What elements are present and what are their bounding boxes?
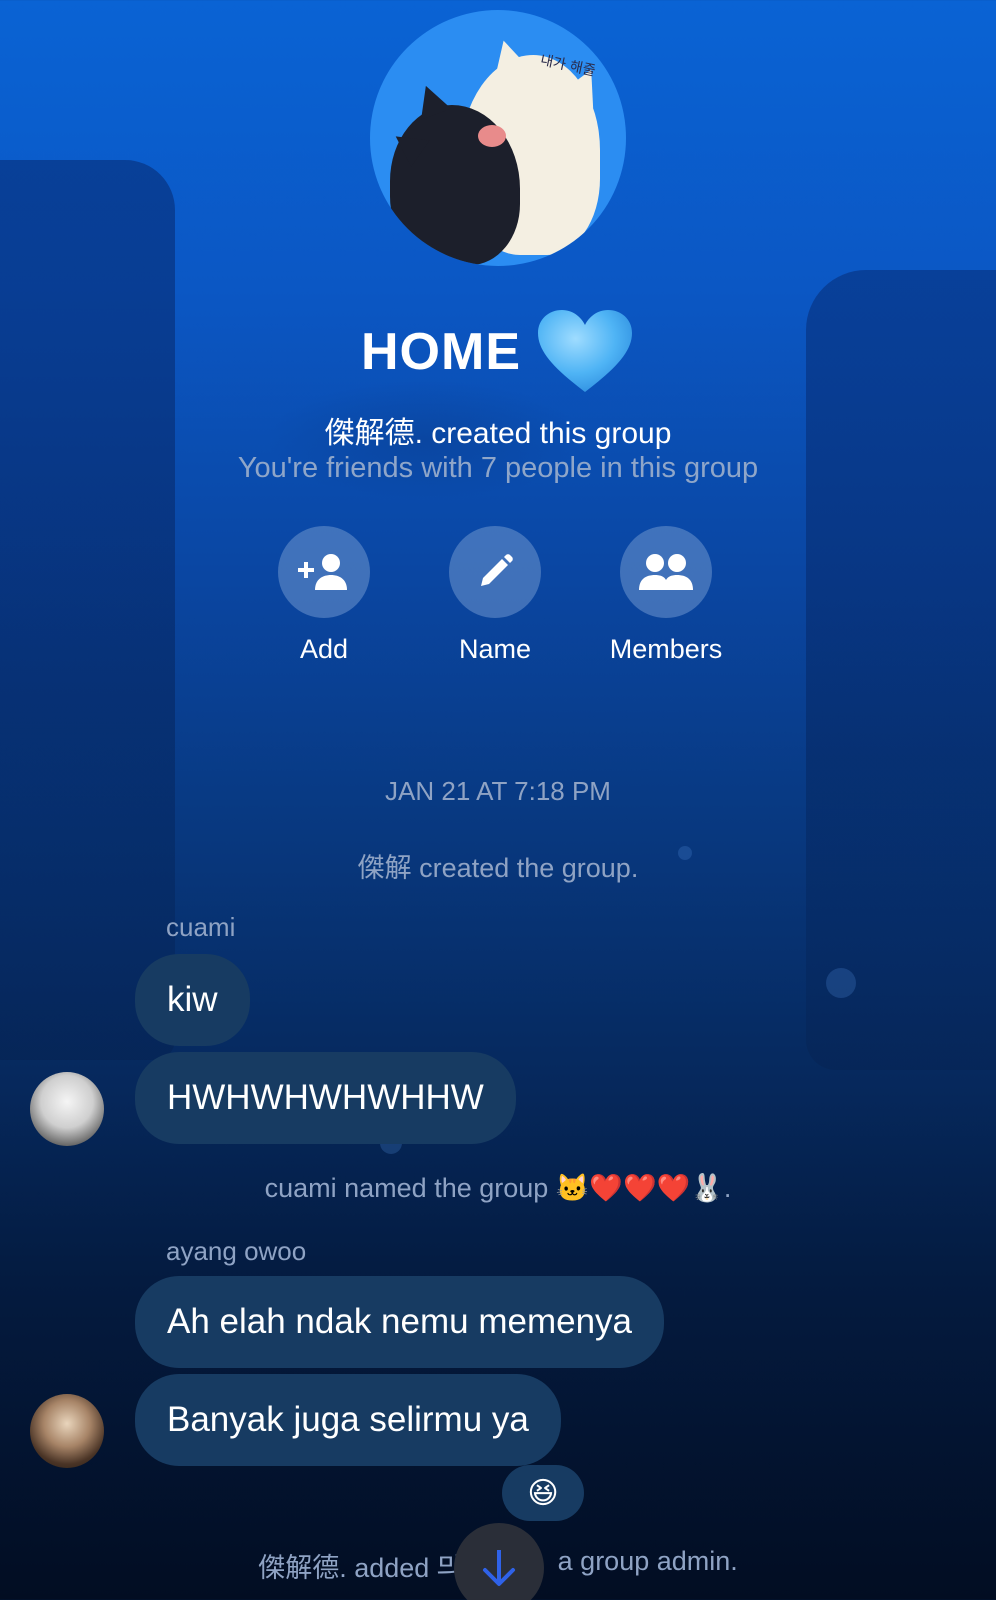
system-message-admin-prefix: 傑解德. added 믜 (258, 1553, 462, 1583)
sender-avatar[interactable] (30, 1394, 104, 1468)
system-message-admin-suffix: a group admin. (557, 1546, 738, 1576)
members-icon (639, 554, 693, 590)
arrow-down-icon (483, 1550, 515, 1586)
conversation-timestamp: JAN 21 AT 7:18 PM (385, 776, 611, 806)
sender-name: ayang owoo (166, 1236, 307, 1266)
system-message-named: cuami named the group 🐱❤️❤️❤️🐰. (264, 1173, 732, 1203)
message-bubble[interactable]: kiw (135, 954, 250, 1046)
pencil-icon (481, 554, 513, 586)
sender-avatar[interactable] (30, 1072, 104, 1146)
message-bubble[interactable]: HWHWHWHWHHW (135, 1052, 516, 1144)
add-person-icon (298, 554, 347, 590)
group-created-by: 傑解德. created this group (324, 417, 672, 450)
background-rock-left (0, 160, 175, 1060)
cat-tongue (478, 125, 506, 147)
sender-name: cuami (166, 912, 236, 942)
name-label: Name (458, 634, 532, 664)
members-action[interactable]: Members (581, 526, 751, 665)
add-people-action[interactable]: Add (239, 526, 409, 665)
add-label: Add (299, 634, 349, 664)
group-avatar[interactable]: 내가 해줄 (370, 10, 626, 266)
scroll-to-bottom-button[interactable] (454, 1523, 544, 1600)
background-bubble (826, 968, 856, 998)
rename-action[interactable]: Name (410, 526, 580, 665)
group-title: HOME (361, 323, 521, 381)
system-message-created: 傑解 created the group. (357, 853, 639, 883)
name-button[interactable] (449, 526, 541, 618)
members-button[interactable] (620, 526, 712, 618)
blue-heart-icon (538, 310, 632, 392)
add-person-button[interactable] (278, 526, 370, 618)
message-reaction[interactable]: 😆 (502, 1465, 584, 1521)
group-title-row: HOME (0, 310, 996, 392)
message-bubble[interactable]: Ah elah ndak nemu memenya (135, 1276, 664, 1368)
friends-count-note: You're friends with 7 people in this gro… (237, 452, 759, 484)
message-bubble[interactable]: Banyak juga selirmu ya (135, 1374, 561, 1466)
members-label: Members (609, 634, 723, 664)
